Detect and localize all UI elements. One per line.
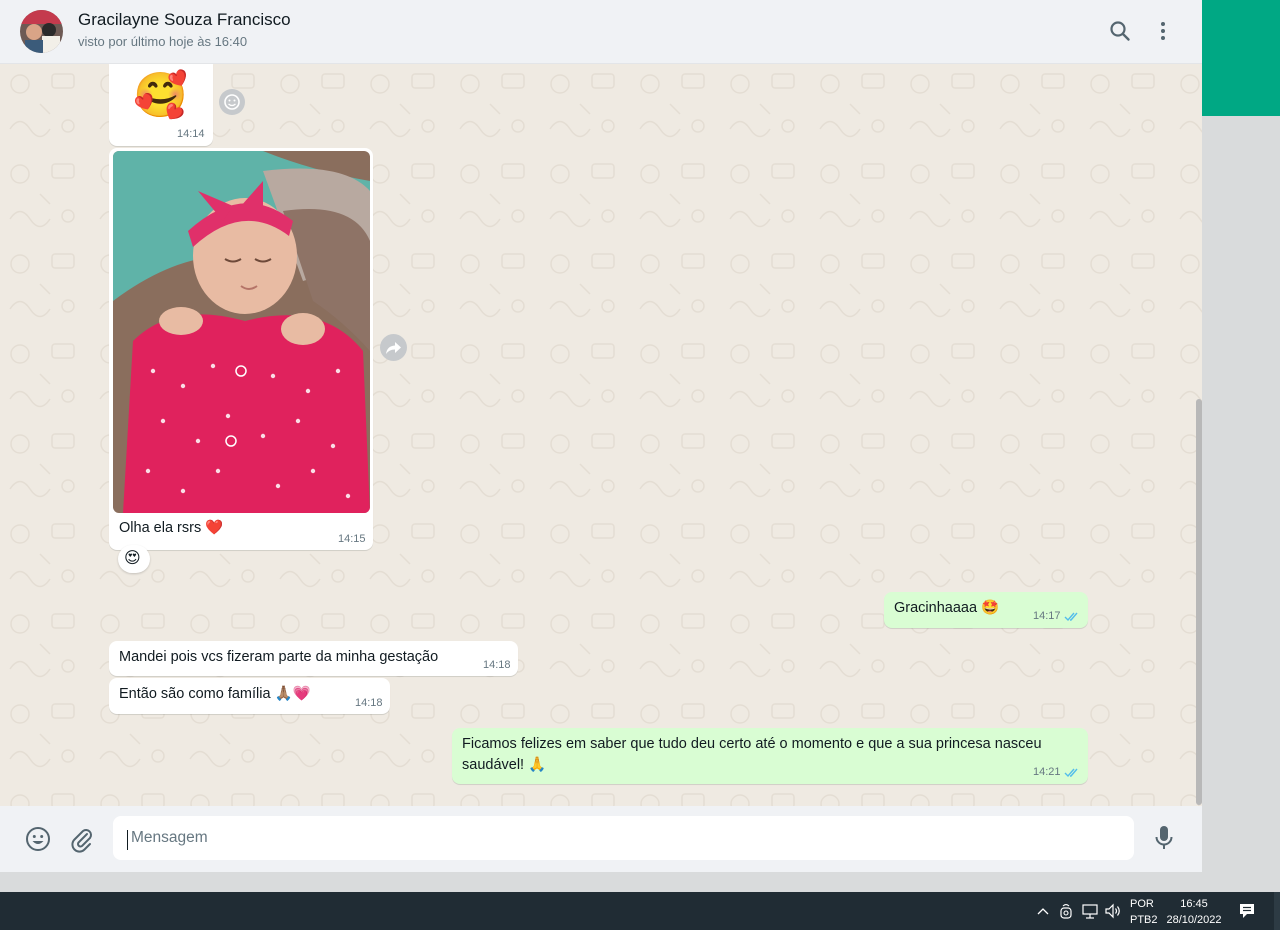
message-time: 14:18 bbox=[483, 659, 511, 671]
volume-icon[interactable] bbox=[1104, 902, 1122, 920]
forward-icon[interactable] bbox=[380, 334, 407, 361]
menu-icon[interactable] bbox=[1150, 18, 1176, 44]
message-time: 14:17 bbox=[1033, 610, 1061, 622]
message-incoming[interactable]: Então são como família 🙏🏽💗 14:18 bbox=[109, 678, 390, 714]
notification-icon[interactable] bbox=[1238, 902, 1256, 920]
chevron-up-icon[interactable] bbox=[1036, 905, 1050, 917]
chat-header: Gracilayne Souza Francisco visto por últ… bbox=[0, 0, 1202, 64]
message-text: Então são como família 🙏🏽💗 bbox=[119, 686, 311, 702]
message-input[interactable] bbox=[113, 816, 1134, 860]
message-text: Mandei pois vcs fizeram parte da minha g… bbox=[119, 649, 439, 665]
composer bbox=[0, 806, 1202, 872]
emoji-reaction-button[interactable] bbox=[219, 89, 245, 115]
keyboard-layout: PTB2 bbox=[1130, 914, 1158, 926]
message-outgoing[interactable]: Gracinhaaaa 🤩 14:17 bbox=[884, 592, 1088, 628]
message-list[interactable]: 🥰 14:14 Olha ela rsrs ❤️ 14:15 😍 Gracinh… bbox=[0, 64, 1202, 806]
taskbar: POR PTB2 16:45 28/10/2022 bbox=[0, 892, 1280, 930]
reaction-badge[interactable]: 😍 bbox=[118, 545, 150, 573]
network-icon[interactable] bbox=[1081, 902, 1099, 920]
message-time: 14:14 bbox=[177, 128, 205, 140]
last-seen-status: visto por último hoje às 16:40 bbox=[78, 34, 248, 49]
message-outgoing[interactable]: Ficamos felizes em saber que tudo deu ce… bbox=[452, 728, 1088, 784]
clock-time: 16:45 bbox=[1180, 898, 1208, 910]
meet-now-icon[interactable] bbox=[1058, 902, 1074, 920]
reaction-emoji: 😍 bbox=[124, 550, 141, 567]
clock-date: 28/10/2022 bbox=[1166, 914, 1222, 926]
whatsapp-window: Gracilayne Souza Francisco visto por últ… bbox=[0, 0, 1202, 872]
contact-name[interactable]: Gracilayne Souza Francisco bbox=[78, 10, 291, 30]
emoji-icon[interactable] bbox=[24, 825, 52, 853]
search-icon[interactable] bbox=[1107, 18, 1133, 44]
side-panel-accent bbox=[1202, 0, 1280, 116]
attach-icon[interactable] bbox=[68, 825, 96, 853]
input-language-indicator[interactable]: POR PTB2 bbox=[1130, 896, 1158, 928]
text-caret bbox=[127, 830, 128, 850]
message-sticker[interactable]: 🥰 14:14 bbox=[109, 64, 213, 146]
scrollbar[interactable] bbox=[1196, 399, 1202, 805]
read-receipt-icon bbox=[1064, 612, 1078, 622]
baby-photo[interactable] bbox=[113, 151, 370, 513]
message-incoming[interactable]: Mandei pois vcs fizeram parte da minha g… bbox=[109, 641, 518, 676]
language-code: POR bbox=[1130, 898, 1154, 910]
message-text: Ficamos felizes em saber que tudo deu ce… bbox=[462, 736, 1042, 773]
read-receipt-icon bbox=[1064, 768, 1078, 778]
mic-icon[interactable] bbox=[1151, 824, 1177, 852]
message-time: 14:18 bbox=[355, 697, 383, 709]
avatar[interactable] bbox=[20, 10, 63, 53]
image-caption: Olha ela rsrs ❤️ bbox=[119, 520, 224, 536]
message-time: 14:21 bbox=[1033, 766, 1061, 778]
message-image[interactable]: Olha ela rsrs ❤️ 14:15 bbox=[109, 148, 373, 550]
message-text: Gracinhaaaa 🤩 bbox=[894, 600, 1000, 616]
show-desktop-button[interactable] bbox=[1274, 892, 1280, 930]
sticker-emoji: 🥰 bbox=[133, 71, 188, 120]
message-time: 14:15 bbox=[338, 533, 366, 545]
system-clock[interactable]: 16:45 28/10/2022 bbox=[1165, 896, 1223, 928]
